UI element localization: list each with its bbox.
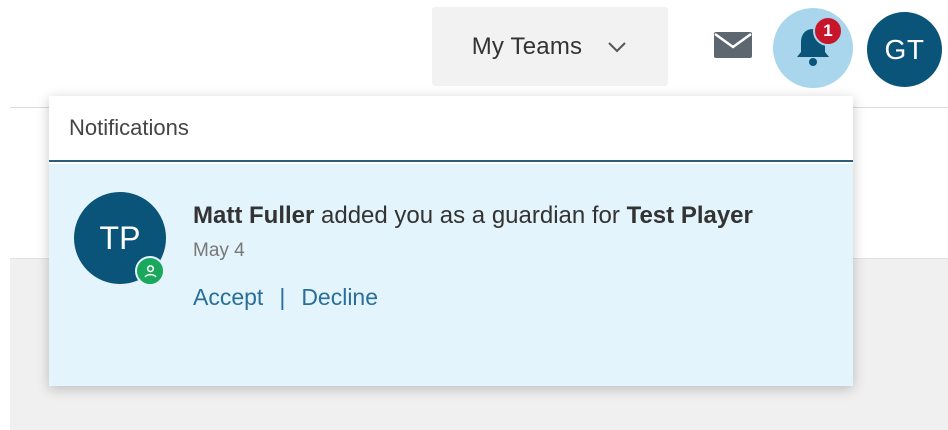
notification-item: TP Matt Fuller added you as a guardian f… bbox=[49, 164, 853, 386]
notification-count-badge: 1 bbox=[813, 16, 843, 46]
notifications-button[interactable] bbox=[773, 8, 853, 88]
notification-text: added you as a guardian for bbox=[314, 202, 627, 229]
notification-message: Matt Fuller added you as a guardian for … bbox=[193, 198, 813, 234]
my-teams-label: My Teams bbox=[471, 32, 583, 60]
notification-body: Matt Fuller added you as a guardian for … bbox=[193, 198, 813, 311]
notification-actor: Matt Fuller bbox=[193, 202, 315, 229]
notifications-title: Notifications bbox=[49, 96, 853, 162]
notification-actions: Accept | Decline bbox=[193, 284, 813, 311]
user-icon bbox=[135, 256, 165, 286]
action-separator: | bbox=[279, 284, 286, 310]
envelope-icon[interactable] bbox=[713, 30, 753, 60]
accept-link[interactable]: Accept bbox=[193, 284, 263, 311]
decline-link[interactable]: Decline bbox=[301, 284, 378, 311]
user-avatar[interactable]: GT bbox=[867, 12, 942, 87]
my-teams-dropdown[interactable]: My Teams bbox=[432, 7, 668, 86]
notification-date: May 4 bbox=[193, 240, 245, 261]
chevron-down-icon bbox=[606, 36, 628, 58]
notification-subject: Test Player bbox=[626, 202, 753, 229]
notifications-panel: Notifications TP Matt Fuller added you a… bbox=[49, 96, 853, 386]
